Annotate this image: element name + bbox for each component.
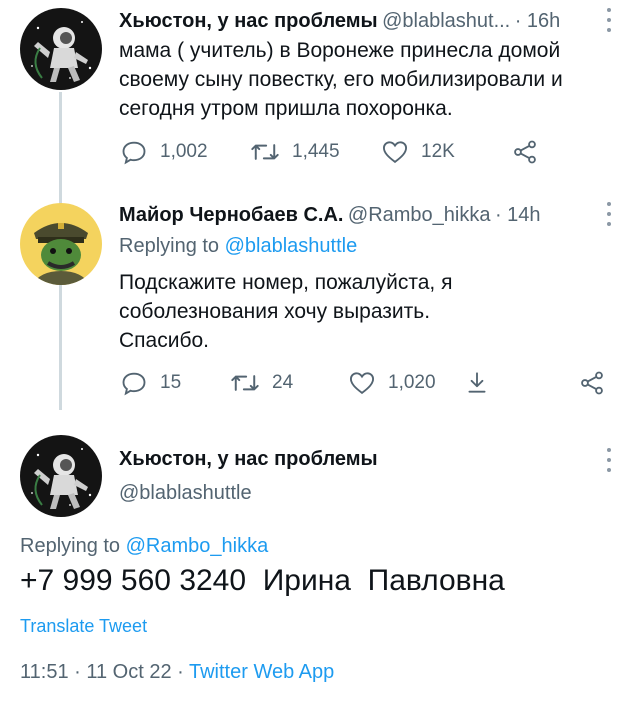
tweet2-text-line: Спасибо.: [119, 329, 209, 352]
tweet1-text-line: сегодня утром пришла похоронка.: [119, 97, 453, 120]
tweet1-text-line: своему сыну повестку, его мобилизировали…: [119, 68, 563, 91]
share-icon: [514, 140, 536, 164]
avatar-houston[interactable]: [20, 435, 102, 517]
retweet-icon: [251, 144, 279, 160]
tweet3-replying-to: Replying to @Rambo_hikka: [20, 535, 268, 558]
astronaut-avatar-image: [20, 435, 102, 517]
tweet3-timestamp[interactable]: 11:51 · 11 Oct 22 ·: [20, 661, 184, 683]
tweet2-retweet-count: 24: [272, 372, 294, 393]
replying-to-handle[interactable]: @blablashuttle: [225, 235, 358, 257]
tweet1-like-count: 12K: [421, 141, 455, 162]
reply-icon: [122, 141, 146, 165]
tweet3-text: +7 999 560 3240 Ирина Павловна: [20, 564, 505, 597]
tweet2-handle[interactable]: @Rambo_hikka: [348, 204, 491, 226]
tweet3-source-link[interactable]: Twitter Web App: [189, 661, 334, 683]
retweet-icon: [231, 375, 259, 391]
tweet3-handle[interactable]: @blablashuttle: [119, 482, 252, 505]
tweet1-like-button[interactable]: 12K: [381, 138, 455, 166]
tweet2-replying-to: Replying to @blablashuttle: [119, 235, 357, 258]
tweet2-share-button[interactable]: [578, 369, 606, 397]
tweet3-timestamp-row: 11:51 · 11 Oct 22 · Twitter Web App: [20, 661, 334, 684]
tweet1-handle[interactable]: @blablashut...: [382, 10, 510, 32]
replying-to-label: Replying to: [119, 235, 220, 257]
translate-tweet-link[interactable]: Translate Tweet: [20, 616, 147, 637]
tweet2-text-line: соболезнования хочу выразить.: [119, 300, 431, 323]
tweet1-retweet-count: 1,445: [292, 141, 340, 162]
tweet3-author-name[interactable]: Хьюстон, у нас проблемы: [119, 448, 378, 471]
tweet1-share-button[interactable]: [511, 138, 539, 166]
tweet2-like-count: 1,020: [388, 372, 436, 393]
astronaut-avatar-image: [20, 8, 102, 90]
replying-to-handle[interactable]: @Rambo_hikka: [126, 535, 269, 557]
tweet2-body: Подскажите номер, пожалуйста, я соболезн…: [119, 268, 452, 355]
tweet1-reply-count: 1,002: [160, 141, 208, 162]
tweet2-upload-button[interactable]: [464, 369, 490, 397]
more-icon[interactable]: [606, 202, 612, 226]
tweet2-retweet-button[interactable]: 24: [230, 369, 293, 397]
avatar-major[interactable]: [20, 203, 102, 285]
tweet2-reply-count: 15: [160, 372, 182, 393]
tweet1-author-name[interactable]: Хьюстон, у нас проблемы: [119, 10, 378, 32]
share-icon: [581, 371, 603, 395]
tweet1-header: Хьюстон, у нас проблемы @blablashut... ·…: [119, 10, 560, 33]
more-icon[interactable]: [606, 448, 612, 472]
tweet2-like-button[interactable]: 1,020: [348, 369, 436, 397]
upload-icon: [468, 372, 486, 393]
tweet2-text-line: Подскажите номер, пожалуйста, я: [119, 271, 453, 294]
like-icon: [382, 141, 408, 164]
tweet1-text-line: мама ( учитель) в Воронеже принесла домо…: [119, 39, 561, 62]
general-avatar-image: [20, 203, 102, 285]
like-icon: [349, 372, 375, 395]
tweet1-reply-button[interactable]: 1,002: [120, 138, 208, 166]
tweet2-reply-button[interactable]: 15: [120, 369, 181, 397]
replying-to-label: Replying to: [20, 535, 121, 557]
tweet1-body: мама ( учитель) в Воронеже принесла домо…: [119, 36, 563, 123]
more-icon[interactable]: [606, 8, 612, 32]
tweet2-header: Майор Чернобаев С.А. @Rambo_hikka · 14h: [119, 204, 541, 227]
avatar-houston[interactable]: [20, 8, 102, 90]
tweet2-time[interactable]: · 14h: [495, 204, 541, 226]
tweet1-retweet-button[interactable]: 1,445: [250, 138, 340, 166]
reply-icon: [122, 372, 146, 396]
tweet1-time[interactable]: · 16h: [515, 10, 561, 32]
tweet2-author-name[interactable]: Майор Чернобаев С.А.: [119, 204, 343, 226]
